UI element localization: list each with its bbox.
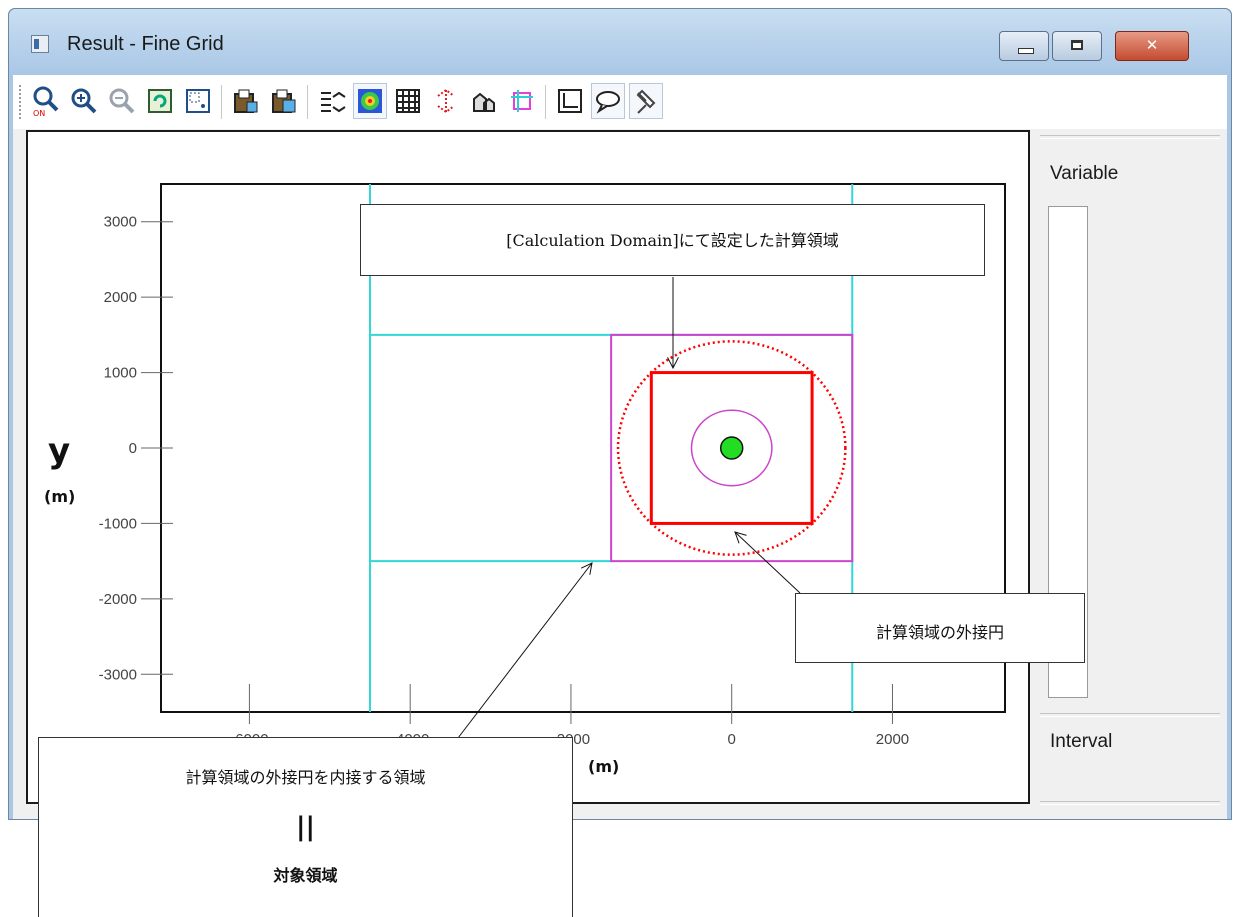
y-axis-unit: (m) [44,487,75,506]
x-axis-unit: (m) [588,757,619,776]
panel-divider [1040,801,1220,805]
comment-icon[interactable] [591,83,625,119]
y-tick-label: 1000 [104,365,137,382]
y-axis-label: y [48,431,70,471]
minimize-icon [1018,48,1034,54]
zoom-out-icon[interactable] [105,83,139,119]
y-tick-label: -2000 [99,591,137,608]
toolbar-separator [221,85,222,119]
side-panel: Variable Interval [1034,129,1227,819]
calc-domain-callout-text: [Calculation Domain]にて設定した計算領域 [506,231,839,250]
domain-icon[interactable] [505,83,539,119]
x-tick-label: 0 [728,731,736,748]
pin-icon[interactable] [629,83,663,119]
import-icon[interactable] [229,83,263,119]
source-icon[interactable] [429,83,463,119]
title-bar[interactable]: Result - Fine Grid ✕ [9,9,1231,75]
x-tick-label: 2000 [876,731,909,748]
variable-label: Variable [1050,163,1119,184]
result-window: Result - Fine Grid ✕ ON 3000 2000 1000 0… [8,8,1232,820]
toolbar: ON [13,75,1227,130]
panel-divider [1040,713,1220,717]
mesh-icon[interactable] [391,83,425,119]
interval-label: Interval [1050,731,1113,752]
y-tick-label: 0 [129,440,137,457]
svg-text:ON: ON [33,109,45,117]
maximize-button[interactable] [1052,31,1102,61]
fit-icon[interactable] [181,83,215,119]
zoom-on-icon[interactable]: ON [29,83,63,119]
minimize-button[interactable] [999,31,1049,61]
source-point [719,436,744,460]
refresh-icon[interactable] [143,83,177,119]
target-domain-callout: 計算領域の外接円を内接する領域 || 対象領域 [38,737,573,917]
contour-icon[interactable] [353,83,387,119]
y-tick-label: -3000 [99,666,137,683]
target-domain-callout-line1: 計算領域の外接円を内接する領域 [185,768,426,787]
target-domain-callout-line2: 対象領域 [273,866,338,885]
toolbar-separator [545,85,546,119]
buildings-icon[interactable] [467,83,501,119]
circumcircle-callout-text: 計算領域の外接円 [875,623,1004,642]
close-icon: ✕ [1145,36,1159,54]
y-tick-label: 3000 [104,214,137,231]
close-button[interactable]: ✕ [1115,31,1189,61]
y-tick-label: 2000 [104,289,137,306]
equals-mark: || [296,812,315,842]
toolbar-separator [307,85,308,119]
y-tick-label: -1000 [99,515,137,532]
calc-domain-callout: [Calculation Domain]にて設定した計算領域 [360,204,985,276]
zoom-in-icon[interactable] [67,83,101,119]
axis-icon[interactable] [553,83,587,119]
panel-divider [1040,135,1220,139]
app-icon [31,35,49,53]
window-title: Result - Fine Grid [67,33,224,55]
export-icon[interactable] [267,83,301,119]
toolbar-grip[interactable] [19,85,24,119]
circumcircle-callout: 計算領域の外接円 [795,593,1085,663]
maximize-icon [1071,40,1083,50]
grid-lines-icon[interactable] [315,83,349,119]
